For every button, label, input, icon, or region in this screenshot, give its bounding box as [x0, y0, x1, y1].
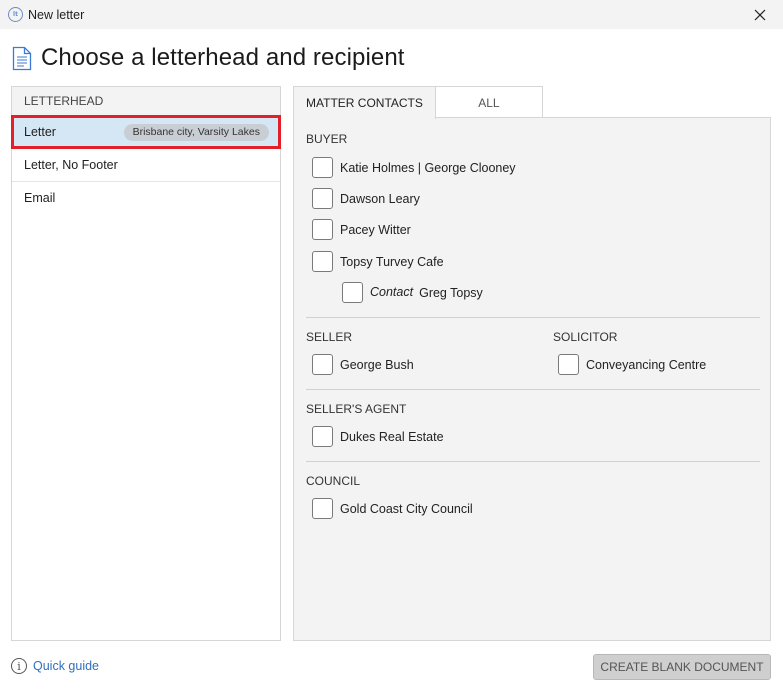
tab-all-contacts[interactable]: ALL CONTACTS [435, 86, 543, 142]
sub-contact-item[interactable]: Contact Greg Topsy [342, 282, 483, 303]
contact-role: Contact [370, 284, 414, 299]
contact-item[interactable]: Conveyancing Centre [558, 354, 706, 375]
app-logo-icon: lt [8, 7, 23, 22]
divider [306, 389, 760, 390]
section-label-buyer: BUYER [306, 132, 348, 146]
window-title: New letter [28, 8, 85, 22]
contact-name: Pacey Witter [340, 222, 411, 237]
section-label-council: COUNCIL [306, 474, 361, 488]
contact-item[interactable]: George Bush [312, 354, 414, 375]
contact-checkbox[interactable] [312, 157, 333, 178]
close-icon [754, 9, 766, 20]
letterhead-item-letter[interactable]: Letter Brisbane city, Varsity Lakes [11, 115, 281, 149]
contact-tabs: MATTER CONTACTS ALL CONTACTS [293, 86, 543, 142]
contact-checkbox[interactable] [312, 219, 333, 240]
contact-name: Topsy Turvey Cafe [340, 254, 444, 269]
contact-checkbox[interactable] [312, 498, 333, 519]
document-icon [12, 46, 32, 70]
create-blank-document-button[interactable]: CREATE BLANK DOCUMENT [593, 654, 771, 680]
letterhead-heading: LETTERHEAD [12, 87, 280, 116]
contact-checkbox[interactable] [312, 188, 333, 209]
contact-name: Dukes Real Estate [340, 429, 444, 444]
page-header: Choose a letterhead and recipient [12, 44, 405, 72]
contact-name: Dawson Leary [340, 191, 420, 206]
contact-item[interactable]: Katie Holmes | George Clooney [312, 157, 516, 178]
contact-item[interactable]: Dawson Leary [312, 188, 420, 209]
tab-matter-contacts[interactable]: MATTER CONTACTS [293, 86, 436, 119]
letterhead-item-label: Letter, No Footer [24, 158, 118, 172]
contact-item[interactable]: Dukes Real Estate [312, 426, 444, 447]
section-label-solicitor: SOLICITOR [553, 330, 618, 344]
quick-guide-label: Quick guide [33, 659, 100, 673]
letterhead-panel: LETTERHEAD Letter Brisbane city, Varsity… [11, 86, 281, 641]
contact-name: Katie Holmes | George Clooney [340, 160, 516, 175]
contact-name: George Bush [340, 357, 414, 372]
quick-guide-link[interactable]: i Quick guide [11, 658, 99, 674]
contact-name: Conveyancing Centre [586, 357, 707, 372]
contact-checkbox[interactable] [558, 354, 579, 375]
contact-name: Greg Topsy [419, 285, 483, 300]
letterhead-item-letter-no-footer[interactable]: Letter, No Footer [12, 149, 280, 182]
letterhead-item-email[interactable]: Email [12, 182, 280, 215]
contact-item[interactable]: Topsy Turvey Cafe [312, 251, 444, 272]
contact-item[interactable]: Pacey Witter [312, 219, 411, 240]
section-label-sellers-agent: SELLER'S AGENT [306, 402, 407, 416]
section-label-seller: SELLER [306, 330, 353, 344]
contact-checkbox[interactable] [342, 282, 363, 303]
letterhead-item-label: Letter [24, 125, 56, 139]
location-badge: Brisbane city, Varsity Lakes [123, 124, 269, 141]
divider [306, 461, 760, 462]
page-title: Choose a letterhead and recipient [41, 44, 405, 71]
contact-checkbox[interactable] [312, 354, 333, 375]
contact-item[interactable]: Gold Coast City Council [312, 498, 473, 519]
contact-checkbox[interactable] [312, 426, 333, 447]
info-icon: i [11, 658, 27, 674]
title-bar: lt New letter [0, 0, 783, 29]
contact-checkbox[interactable] [312, 251, 333, 272]
contact-name: Gold Coast City Council [340, 501, 473, 516]
close-button[interactable] [737, 0, 783, 29]
letterhead-item-label: Email [24, 191, 56, 205]
recipients-panel: BUYER Katie Holmes | George Clooney Daws… [293, 117, 771, 641]
divider [306, 317, 760, 318]
